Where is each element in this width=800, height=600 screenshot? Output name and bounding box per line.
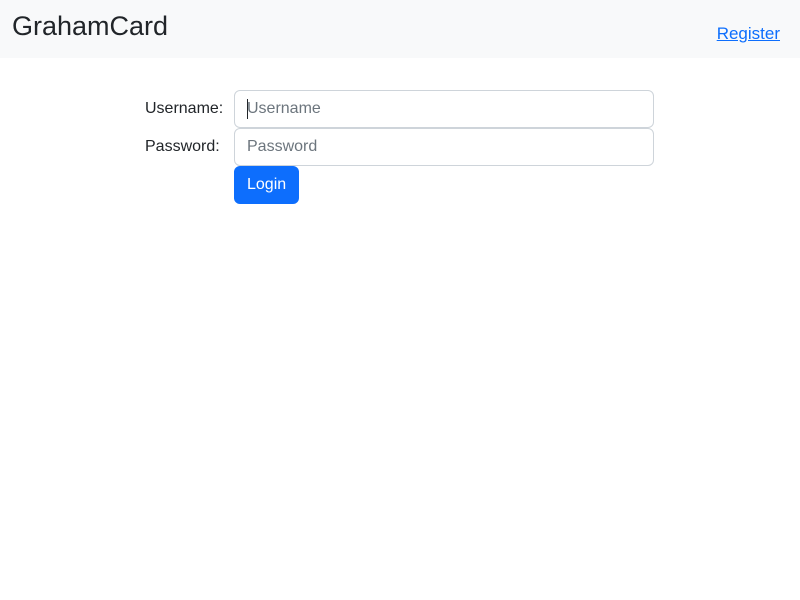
brand-title[interactable]: GrahamCard — [12, 9, 168, 43]
navbar: GrahamCard Register — [0, 0, 800, 58]
username-label: Username: — [145, 100, 224, 117]
password-input[interactable] — [234, 128, 654, 166]
username-input[interactable] — [234, 90, 654, 128]
login-button[interactable]: Login — [234, 166, 300, 204]
register-link[interactable]: Register — [717, 23, 780, 45]
text-caret — [247, 99, 248, 119]
password-label: Password: — [145, 138, 220, 155]
